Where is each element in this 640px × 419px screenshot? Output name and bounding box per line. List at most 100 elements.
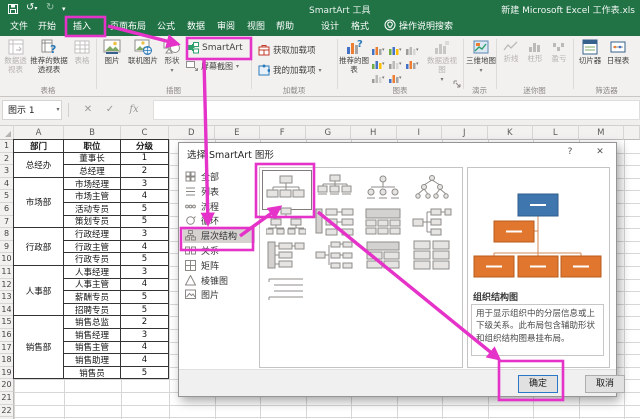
tab-7[interactable]: 视图 [242,18,270,36]
dialog-category-2[interactable]: 流程 [185,199,255,214]
save-icon[interactable] [8,4,18,14]
pivot-table-button[interactable]: 数据透视表 [2,39,29,74]
tab-1[interactable]: 开始 [34,18,60,36]
ok-button[interactable]: 确定 [518,375,558,393]
column-header-B[interactable]: B [64,126,121,140]
gallery-thumb-5[interactable] [315,207,355,237]
row-header-7[interactable]: 7 [0,215,14,229]
row-header-14[interactable]: 14 [0,303,14,317]
column-header-C[interactable]: C [121,126,169,140]
job-cell[interactable]: 策划专员 [64,215,121,229]
timeline-button[interactable]: 日程表 [604,39,632,65]
gallery-thumb-12[interactable] [266,273,306,303]
gallery-thumb-2[interactable] [363,174,403,204]
shapes-button[interactable]: 形状 ▾ [160,39,184,74]
job-cell[interactable]: 薪酬专员 [64,291,121,304]
job-cell[interactable]: 市场经理 [64,177,121,191]
tab-5[interactable]: 数据 [182,18,210,36]
column-header-L[interactable]: L [533,126,579,140]
grade-cell[interactable]: 4 [121,190,169,203]
row-header-15[interactable]: 15 [0,316,14,329]
job-cell[interactable]: 董事长 [64,152,121,166]
row-header-16[interactable]: 16 [0,329,14,342]
context-tab-0[interactable]: 设计 [314,18,346,36]
job-cell[interactable]: 销售经理 [64,329,121,342]
grade-cell[interactable]: 4 [121,354,169,367]
recommended-charts-button[interactable]: ? 推荐的图表 [339,39,369,74]
row-header-1[interactable]: 1 [0,140,14,153]
tab-2[interactable]: 插入 [62,18,102,36]
row-header-12[interactable]: 12 [0,278,14,292]
cancel-button[interactable]: 取消 [585,375,625,393]
grade-cell[interactable]: 5 [121,215,169,229]
column-header-G[interactable]: G [305,126,351,140]
select-all-corner[interactable] [0,126,14,140]
gallery-thumb-3[interactable] [412,174,452,204]
pivot-chart-button[interactable]: 数据透视图 ▾ [424,39,460,83]
dialog-help-button[interactable]: ? [557,143,583,161]
job-cell[interactable]: 销售总监 [64,316,121,329]
row-header-3[interactable]: 3 [0,165,14,178]
row-header-17[interactable]: 17 [0,341,14,355]
chart-type-button-1-1[interactable]: ▾ [389,54,404,69]
grade-cell[interactable]: 5 [121,291,169,304]
tab-8[interactable]: 帮助 [270,18,300,36]
sparkline-winloss-button[interactable]: 盈亏 [548,41,570,63]
column-header-H[interactable]: H [351,126,397,140]
gallery-thumb-1[interactable] [315,174,355,204]
dialog-category-5[interactable]: 关系 [185,243,255,258]
row-header-11[interactable]: 11 [0,266,14,279]
enter-entry-icon[interactable]: ✓ [102,100,118,120]
row-header-9[interactable]: 9 [0,240,14,254]
tab-4[interactable]: 公式 [152,18,180,36]
job-cell[interactable]: 招聘专员 [64,303,121,317]
row-header-22[interactable]: 22 [0,404,14,418]
job-cell[interactable]: 活动专员 [64,203,121,216]
job-cell[interactable]: 销售助理 [64,354,121,367]
grade-cell[interactable]: 3 [121,177,169,191]
row-header-13[interactable]: 13 [0,291,14,304]
row-header-5[interactable]: 5 [0,190,14,203]
undo-button[interactable]: ↺▾ [26,2,37,13]
table-header-0[interactable]: 部门 [14,140,64,153]
dept-cell[interactable]: 人事部 [14,266,64,317]
get-addins-button[interactable]: 获取加载项 [258,43,316,57]
table-header-1[interactable]: 职位 [64,140,121,153]
job-cell[interactable]: 行政主管 [64,240,121,254]
smartart-button[interactable]: SmartArt [186,40,243,55]
tab-0[interactable]: 文件 [4,18,34,36]
column-header-A[interactable]: A [14,126,64,140]
insert-function-icon[interactable]: fx [126,100,142,120]
row-header-21[interactable]: 21 [0,392,14,405]
gallery-thumb-0[interactable] [266,174,306,204]
grade-cell[interactable]: 4 [121,341,169,355]
dialog-close-button[interactable]: ✕ [587,143,613,161]
gallery-thumb-4[interactable] [265,207,307,237]
tab-6[interactable]: 审阅 [212,18,240,36]
dept-cell[interactable]: 销售部 [14,316,64,380]
row-header-10[interactable]: 10 [0,253,14,266]
grade-cell[interactable]: 5 [121,203,169,216]
grade-cell[interactable]: 4 [121,278,169,292]
job-cell[interactable]: 行政经理 [64,228,121,241]
chart-type-button-0-1[interactable]: ▾ [389,40,404,55]
row-header-6[interactable]: 6 [0,203,14,216]
job-cell[interactable]: 人事主管 [64,278,121,292]
dialog-category-1[interactable]: 列表 [185,184,255,199]
dialog-category-7[interactable]: 棱锥图 [185,273,255,288]
online-pictures-button[interactable]: 联机图片 [127,39,159,65]
gallery-thumb-9[interactable] [315,240,355,270]
chart-type-button-0-2[interactable]: ▾ [406,40,421,55]
column-header-J[interactable]: J [442,126,488,140]
column-header-K[interactable]: K [487,126,533,140]
table-header-2[interactable]: 分级 [121,140,169,153]
gallery-thumb-11[interactable] [412,240,452,270]
dialog-category-6[interactable]: 矩阵 [185,258,255,273]
name-box-dropdown-icon[interactable]: ▾ [52,100,64,120]
grade-cell[interactable]: 5 [121,253,169,266]
3d-map-button[interactable]: 三维地图▾ [466,39,496,74]
chart-type-button-1-0[interactable]: ▾ [372,54,387,69]
column-header-I[interactable]: I [396,126,442,140]
dept-cell[interactable]: 市场部 [14,177,64,229]
job-cell[interactable]: 总经理 [64,165,121,178]
